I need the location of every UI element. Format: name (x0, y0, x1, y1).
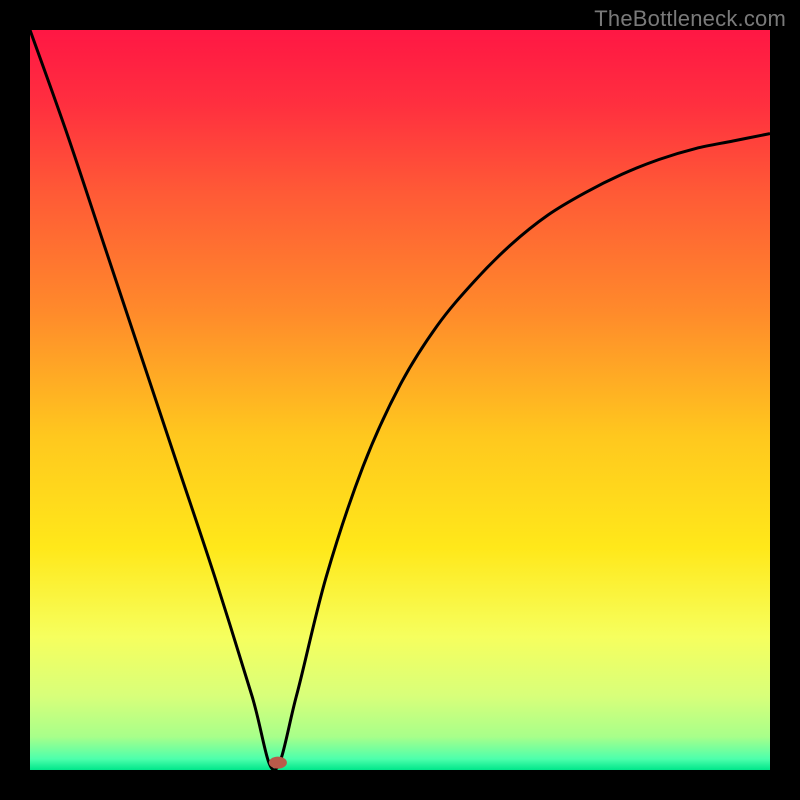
plot-area (30, 30, 770, 770)
min-marker (269, 757, 287, 769)
chart-frame: TheBottleneck.com (0, 0, 800, 800)
watermark-text: TheBottleneck.com (594, 6, 786, 32)
bottleneck-chart (30, 30, 770, 770)
gradient-background (30, 30, 770, 770)
